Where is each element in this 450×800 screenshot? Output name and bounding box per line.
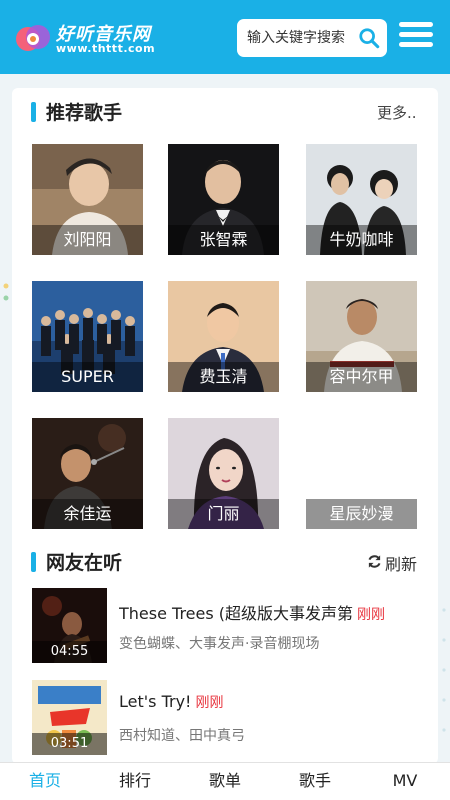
refresh-label: 刷新 [385,555,418,574]
singer-name: SUPER [32,362,143,392]
singer-name: 余佳运 [32,499,143,529]
singer-card[interactable]: 刘阳阳 [32,144,143,255]
singer-card[interactable]: 费玉清 [168,281,279,392]
tab-playlists[interactable]: 歌单 [180,763,270,800]
song-title: These Trees (超级版大事发声第 刚刚 [119,600,425,624]
refresh-icon [368,555,381,568]
song-item[interactable]: 04:55 These Trees (超级版大事发声第 刚刚 变色蝴蝶、大事发声·… [32,588,427,664]
music-logo-icon[interactable] [14,20,54,54]
song-title: Let's Try! 刚刚 [119,692,425,712]
singer-card[interactable]: 门丽 [168,418,279,529]
bottom-nav: 首页 排行 歌单 歌手 MV [0,762,450,800]
more-link[interactable]: 更多.. [377,102,417,123]
singer-name: 刘阳阳 [32,225,143,255]
song-artist: 变色蝴蝶、大事发声·录音棚现场 [119,636,320,652]
top-bar: 好听音乐网 www.thttt.com [0,0,450,74]
search-box [237,19,387,57]
song-item[interactable]: 03:51 Let's Try! 刚刚 西村知道、田中真弓 [32,680,427,756]
song-thumbnail: 03:51 [32,680,107,755]
singer-card[interactable]: 容中尔甲 [306,281,417,392]
tab-mv[interactable]: MV [360,763,450,800]
decorative-dots [442,608,446,732]
song-duration: 04:55 [32,641,107,663]
site-url: www.thttt.com [56,42,156,55]
singer-name: 牛奶咖啡 [306,225,417,255]
song-thumbnail: 04:55 [32,588,107,663]
just-now-tag: 刚刚 [195,695,224,711]
singer-card[interactable]: 星辰妙漫 [306,418,417,529]
search-input[interactable] [237,19,349,57]
singer-name: 费玉清 [168,362,279,392]
tab-home[interactable]: 首页 [0,763,90,800]
singer-card[interactable]: 牛奶咖啡 [306,144,417,255]
section-accent-bar [31,552,36,572]
song-artist: 西村知道、田中真弓 [119,728,245,744]
singer-name: 门丽 [168,499,279,529]
singer-card[interactable]: SUPER [32,281,143,392]
tab-ranking[interactable]: 排行 [90,763,180,800]
singer-name: 张智霖 [168,225,279,255]
song-title-text: These Trees (超级版大事发声第 [119,604,354,623]
recommended-singers-title: 推荐歌手 [46,102,123,124]
singer-card[interactable]: 余佳运 [32,418,143,529]
now-listening-title: 网友在听 [46,552,123,574]
singer-name: 星辰妙漫 [306,499,417,529]
menu-icon[interactable] [399,22,433,52]
song-duration: 03:51 [32,733,107,755]
singer-card[interactable]: 张智霖 [168,144,279,255]
just-now-tag: 刚刚 [357,607,386,623]
tab-singers[interactable]: 歌手 [270,763,360,800]
content-card: 推荐歌手 更多.. 刘阳阳 张智霖 牛奶咖啡 SUPER 费玉清 容中尔甲 余佳… [12,88,438,764]
decorative-dots [3,283,9,301]
song-title-text: Let's Try! [119,692,192,711]
search-icon[interactable] [358,27,380,49]
section-accent-bar [31,102,36,122]
singer-name: 容中尔甲 [306,362,417,392]
